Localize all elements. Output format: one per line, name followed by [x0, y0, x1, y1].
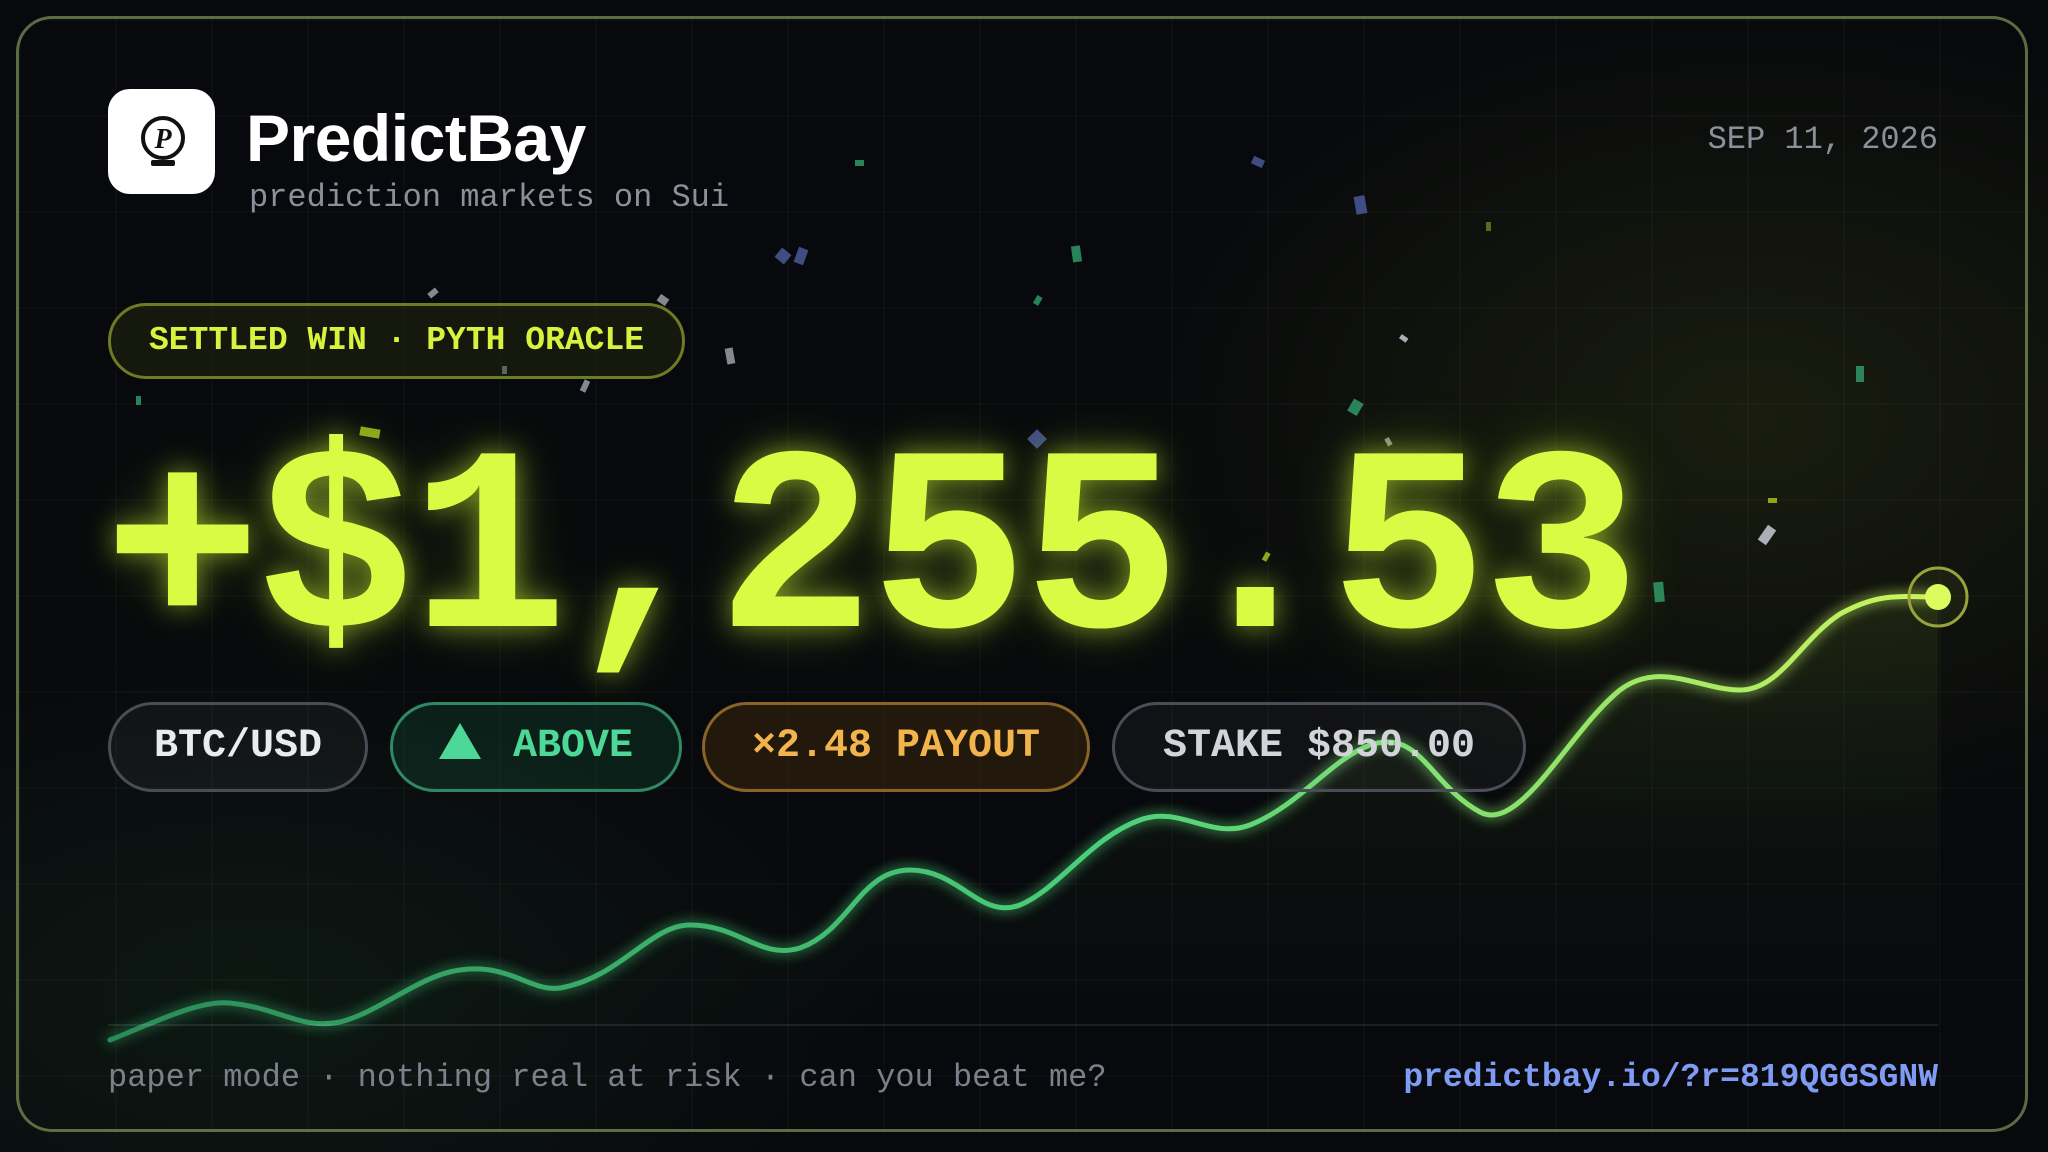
footer-divider [108, 1024, 1938, 1026]
status-badge: SETTLED WIN · PYTH ORACLE [108, 303, 686, 379]
direction-chip: ABOVE [390, 702, 682, 792]
referral-link[interactable]: predictbay.io/?r=819QGGSGNW [1403, 1056, 1938, 1100]
footer-disclaimer: paper mode · nothing real at risk · can … [108, 1059, 1107, 1096]
stake-chip: STAKE $850.00 [1112, 702, 1526, 792]
chart-endpoint-dot [1925, 584, 1951, 610]
settlement-date: SEP 11, 2026 [1707, 121, 1938, 158]
brand-name: PredictBay [246, 101, 586, 175]
share-card-stage: P PredictBay prediction markets on Sui S… [0, 0, 2048, 1152]
pnl-amount: +$1,255.53 [104, 408, 1640, 705]
brand-logo: P [108, 89, 215, 194]
triangle-up-icon [438, 723, 481, 759]
payout-chip: ×2.48 PAYOUT [702, 702, 1090, 792]
market-pair-label: BTC/USD [153, 724, 323, 769]
market-pair-chip: BTC/USD [108, 702, 368, 792]
predictbay-logo-icon: P [141, 116, 185, 166]
payout-label: ×2.48 PAYOUT [751, 724, 1041, 769]
direction-label: ABOVE [512, 724, 634, 769]
brand-tagline: prediction markets on Sui [249, 179, 730, 216]
svg-text:P: P [153, 124, 172, 155]
stake-label: STAKE $850.00 [1162, 724, 1476, 769]
